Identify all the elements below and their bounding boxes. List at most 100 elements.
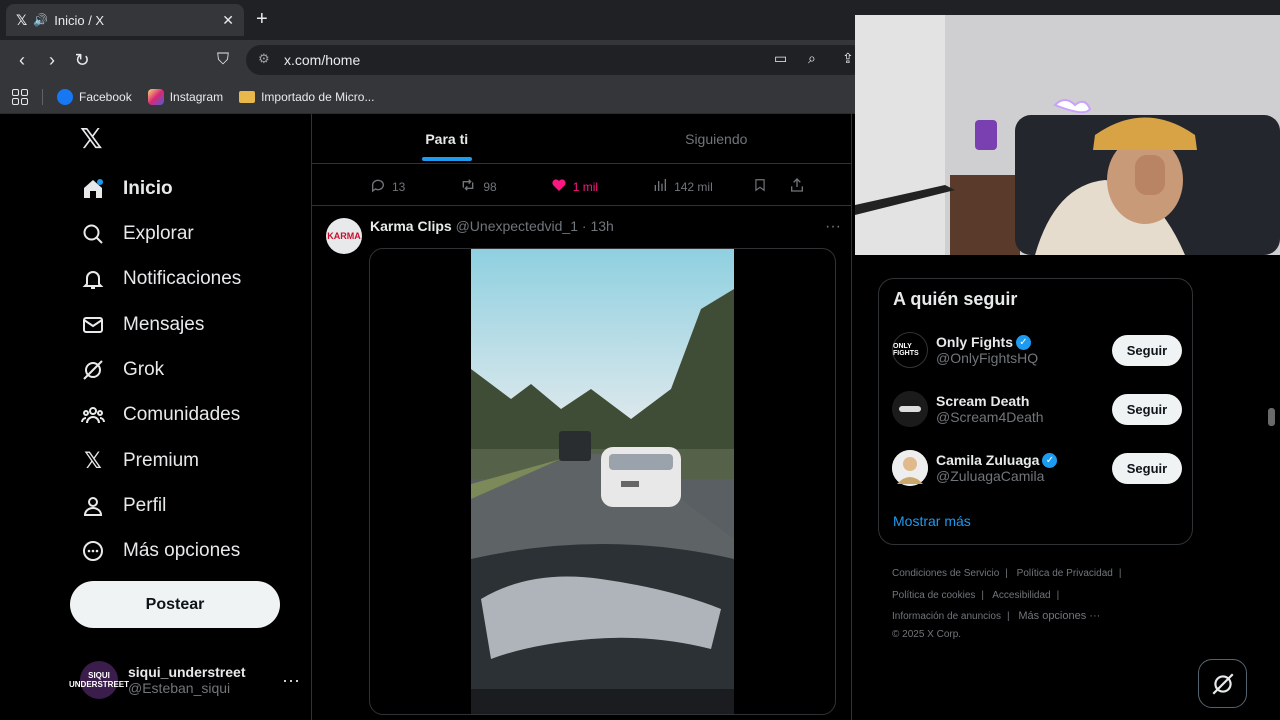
follow-suggestion[interactable]: Scream Death @Scream4Death Seguir xyxy=(892,387,1182,431)
avatar: SIQUI UNDERSTREET xyxy=(69,661,129,699)
show-more-link[interactable]: Mostrar más xyxy=(893,513,971,529)
address-bar[interactable]: ⚙ x.com/home ▭ ⌕ ⇪ xyxy=(246,45,866,75)
browser-tab[interactable]: 𝕏 🔊 Inicio / X ✕ xyxy=(6,4,244,36)
grok-icon xyxy=(1211,672,1234,695)
url-text: x.com/home xyxy=(284,52,361,68)
scrollbar-thumb[interactable] xyxy=(1268,408,1275,426)
footer-link[interactable]: Accesibilidad xyxy=(992,590,1050,601)
nav-item-perfil[interactable]: Perfil xyxy=(80,484,166,528)
envelope-icon xyxy=(80,312,106,338)
x-favicon-icon: 𝕏 xyxy=(16,11,28,28)
avatar xyxy=(892,450,928,486)
bookmarks-divider xyxy=(42,88,43,105)
grok-floating-button[interactable] xyxy=(1198,659,1247,708)
nav-item-mas-opciones[interactable]: Más opciones xyxy=(80,529,240,573)
bookmark-star-icon[interactable]: ⛉ xyxy=(211,48,235,72)
cast-icon[interactable]: ▭ xyxy=(774,50,787,67)
video-frame[interactable] xyxy=(471,249,734,714)
people-icon xyxy=(80,402,106,428)
x-icon: 𝕏 xyxy=(84,448,102,473)
avatar: ONLY FIGHTS xyxy=(892,332,928,368)
share-icon[interactable]: ⇪ xyxy=(842,50,854,67)
reply-button[interactable]: 13 xyxy=(370,177,405,197)
tweet-author-avatar[interactable]: KARMA xyxy=(326,218,362,254)
tweet-author-handle[interactable]: @Unexpectedvid_1 xyxy=(456,218,578,234)
share-icon xyxy=(789,177,805,197)
footer-more-options[interactable]: Más opciones ··· xyxy=(1018,610,1100,622)
nav-item-inicio[interactable]: Inicio xyxy=(80,167,173,211)
nav-item-comunidades[interactable]: Comunidades xyxy=(80,393,240,437)
copyright: © 2025 X Corp. xyxy=(892,628,962,640)
account-name: siqui_understreet xyxy=(128,664,246,680)
footer-divider: | xyxy=(981,589,984,601)
apps-grid-icon[interactable] xyxy=(12,88,28,105)
dashcam-scene-image xyxy=(471,249,734,714)
site-info-icon[interactable]: ⚙ xyxy=(258,51,270,67)
avatar xyxy=(892,391,928,427)
footer-link[interactable]: Condiciones de Servicio xyxy=(892,568,999,579)
reload-icon[interactable]: ↻ xyxy=(70,48,94,72)
close-tab-icon[interactable]: ✕ xyxy=(222,12,234,29)
bookmark-instagram[interactable]: Instagram xyxy=(147,88,223,105)
bell-icon xyxy=(80,266,106,292)
bookmark-folder-imported[interactable]: Importado de Micro... xyxy=(239,90,374,104)
tab-para-ti[interactable]: Para ti xyxy=(312,114,582,163)
post-button[interactable]: Postear xyxy=(70,581,280,628)
zoom-icon[interactable]: ⌕ xyxy=(808,50,816,67)
bookmark-facebook[interactable]: Facebook xyxy=(57,88,132,105)
facebook-icon xyxy=(57,88,73,105)
new-tab-icon[interactable]: + xyxy=(256,8,268,31)
tweet-author-name[interactable]: Karma Clips xyxy=(370,218,452,234)
footer-link[interactable]: Información de anuncios xyxy=(892,611,1001,622)
nav-item-explorar[interactable]: Explorar xyxy=(80,212,194,256)
nav-item-mensajes[interactable]: Mensajes xyxy=(80,303,204,347)
views-button[interactable]: 142 mil xyxy=(652,177,713,197)
tab-siguiendo[interactable]: Siguiendo xyxy=(582,114,852,163)
footer-divider: | xyxy=(1005,568,1008,579)
footer-divider: | xyxy=(1056,589,1060,601)
nav-item-notificaciones[interactable]: Notificaciones xyxy=(80,257,241,301)
footer-link[interactable]: Política de Privacidad xyxy=(1017,568,1113,579)
follow-button[interactable]: Seguir xyxy=(1112,393,1182,425)
person-icon xyxy=(80,493,106,519)
footer-link[interactable]: Política de cookies xyxy=(892,590,975,601)
folder-icon xyxy=(239,90,256,103)
speaker-icon[interactable]: 🔊 xyxy=(33,13,48,27)
follow-button[interactable]: Seguir xyxy=(1112,452,1182,484)
repost-button[interactable]: 98 xyxy=(459,177,497,197)
more-circle-icon xyxy=(80,538,106,564)
bookmark-icon xyxy=(753,177,767,197)
share-button[interactable] xyxy=(789,177,811,197)
account-switcher[interactable]: SIQUI UNDERSTREET siqui_understreet @Est… xyxy=(69,660,300,700)
home-icon xyxy=(80,176,106,202)
follow-suggestion[interactable]: ONLY FIGHTS Only Fights ✓ @OnlyFightsHQ S… xyxy=(892,328,1182,372)
tweet-time[interactable]: · 13h xyxy=(582,218,614,234)
back-icon[interactable]: ‹ xyxy=(10,48,34,72)
more-dots-icon[interactable]: ··· xyxy=(282,670,300,691)
timeline-tabs: Para ti Siguiendo xyxy=(312,114,851,164)
tweet-actions-bar: 13 98 1 mil 142 mil xyxy=(312,168,851,206)
verified-badge-icon: ✓ xyxy=(1016,334,1031,350)
follow-button[interactable]: Seguir xyxy=(1112,334,1182,366)
reply-icon xyxy=(370,177,386,197)
nav-item-premium[interactable]: 𝕏 Premium xyxy=(80,439,199,483)
heart-icon xyxy=(551,177,567,197)
tab-title: Inicio / X xyxy=(54,12,105,28)
footer-links: Condiciones de Servicio | Política de Pri… xyxy=(892,563,1192,642)
nav-item-grok[interactable]: Grok xyxy=(80,348,164,392)
x-logo-icon[interactable]: 𝕏 xyxy=(80,122,103,155)
instagram-icon xyxy=(147,88,164,105)
footer-divider: | xyxy=(1006,611,1010,622)
like-button[interactable]: 1 mil xyxy=(551,177,598,197)
account-handle: @Esteban_siqui xyxy=(128,680,231,696)
bar-chart-icon xyxy=(652,177,668,197)
footer-divider: | xyxy=(1118,568,1122,579)
webcam-overlay xyxy=(855,15,1280,255)
search-icon xyxy=(80,221,106,247)
follow-suggestion[interactable]: Camila Zuluaga ✓ @ZuluagaCamila Seguir xyxy=(892,446,1182,490)
tweet-video[interactable] xyxy=(369,248,836,715)
repost-icon xyxy=(459,177,477,197)
forward-icon[interactable]: › xyxy=(40,48,64,72)
grok-icon xyxy=(80,357,106,383)
bookmark-button[interactable] xyxy=(753,177,773,197)
